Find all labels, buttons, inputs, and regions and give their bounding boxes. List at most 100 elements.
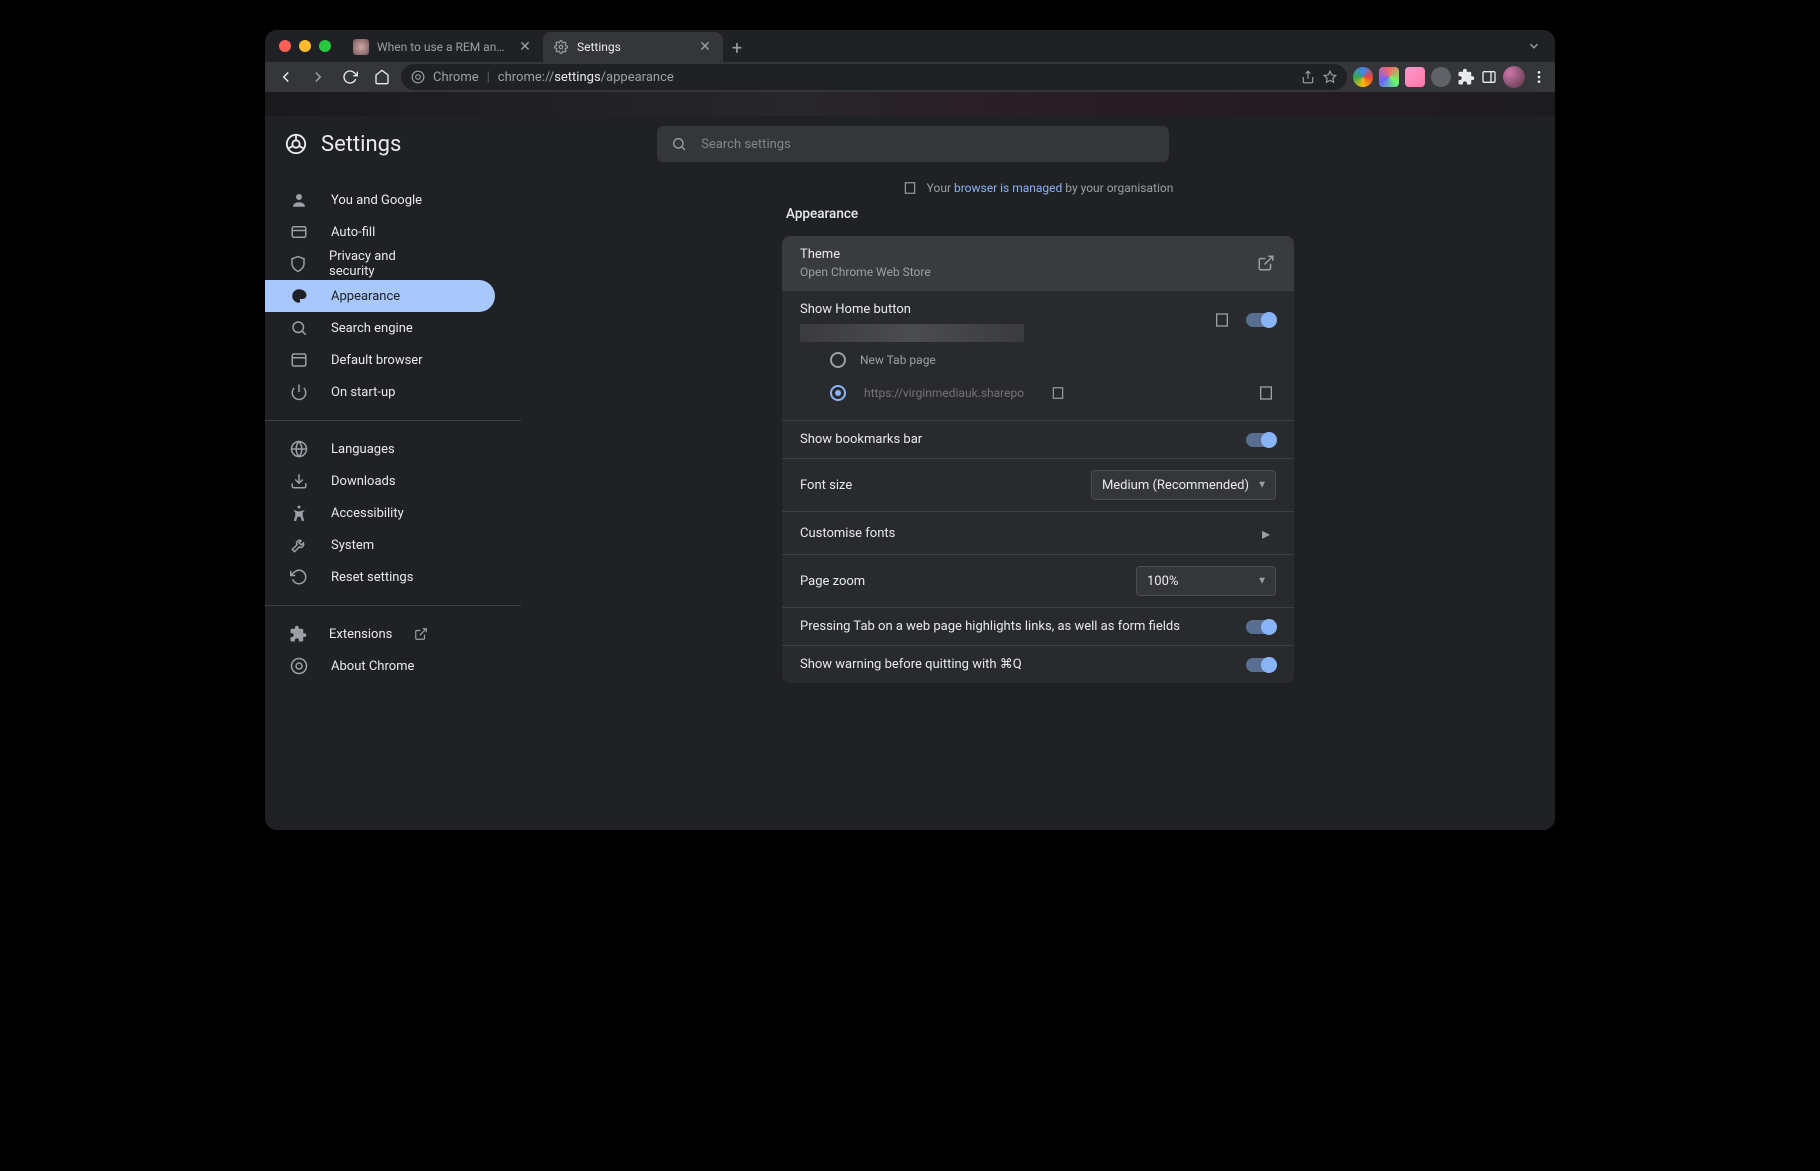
extensions-area	[1353, 66, 1547, 88]
download-icon	[289, 472, 309, 490]
row-label: Show warning before quitting with ⌘Q	[800, 657, 1022, 672]
settings-sidebar: You and Google Auto-fill Privacy and secur…	[265, 172, 521, 830]
sidebar-item-you[interactable]: You and Google	[265, 184, 451, 216]
sidebar-item-label: Extensions	[329, 627, 392, 642]
row-page-zoom: Page zoom 100% ▼	[782, 554, 1294, 607]
globe-icon	[289, 440, 309, 458]
sidebar-item-downloads[interactable]: Downloads	[265, 465, 451, 497]
side-panel-icon[interactable]	[1481, 69, 1497, 85]
extension-icon[interactable]	[1353, 67, 1373, 87]
select-page-zoom[interactable]: 100% ▼	[1136, 566, 1276, 596]
select-font-size[interactable]: Medium (Recommended) ▼	[1091, 470, 1276, 500]
sidebar-item-default[interactable]: Default browser	[265, 344, 451, 376]
tab-settings[interactable]: Settings ✕	[543, 32, 723, 62]
share-icon[interactable]	[1301, 70, 1315, 84]
sidebar-item-label: About Chrome	[331, 659, 414, 674]
external-link-icon	[414, 627, 428, 641]
toggle-bookmarks-bar[interactable]	[1246, 433, 1276, 447]
toggle-home-button[interactable]	[1246, 313, 1276, 327]
row-tab-highlight: Pressing Tab on a web page highlights li…	[782, 607, 1294, 645]
redacted-text	[800, 324, 1024, 342]
sidebar-item-extensions[interactable]: Extensions	[265, 618, 451, 650]
site-info-icon[interactable]	[411, 70, 425, 84]
close-tab-icon[interactable]: ✕	[517, 39, 533, 55]
sidebar-item-label: Reset settings	[331, 570, 413, 585]
tab-search-icon[interactable]	[1527, 39, 1541, 53]
sidebar-item-search[interactable]: Search engine	[265, 312, 451, 344]
search-icon	[671, 136, 687, 152]
sidebar-item-about[interactable]: About Chrome	[265, 650, 451, 682]
reload-button[interactable]	[337, 64, 363, 90]
sidebar-item-autofill[interactable]: Auto-fill	[265, 216, 451, 248]
extension-icon[interactable]	[1405, 67, 1425, 87]
maximize-window-icon[interactable]	[319, 40, 331, 52]
radio-custom-url[interactable]	[830, 380, 1276, 406]
bookmarks-bar	[265, 92, 1555, 116]
browser-window: When to use a REM and when t ✕ Settings …	[265, 30, 1555, 830]
row-label: Show Home button	[800, 302, 911, 317]
shield-icon	[289, 255, 307, 273]
row-label: Pressing Tab on a web page highlights li…	[800, 619, 1180, 634]
sidebar-item-accessibility[interactable]: Accessibility	[265, 497, 451, 529]
sidebar-item-startup[interactable]: On start-up	[265, 376, 451, 408]
reset-icon	[289, 568, 309, 586]
sidebar-item-label: System	[331, 538, 374, 553]
person-icon	[289, 191, 309, 209]
sidebar-item-label: Languages	[331, 442, 395, 457]
sidebar-item-label: Auto-fill	[331, 225, 375, 240]
search-input[interactable]	[699, 136, 1155, 153]
home-button-options: New Tab page	[782, 348, 1294, 420]
sidebar-item-appearance[interactable]: Appearance	[265, 280, 495, 312]
autofill-icon	[289, 223, 309, 241]
managed-link[interactable]: browser is managed	[954, 181, 1062, 195]
address-bar[interactable]: Chrome | chrome://settings/appearance	[401, 64, 1347, 90]
toggle-tab-highlight[interactable]	[1246, 620, 1276, 634]
radio-new-tab[interactable]: New Tab page	[830, 352, 1276, 368]
sidebar-item-label: Appearance	[331, 289, 400, 304]
chevron-down-icon: ▼	[1257, 576, 1267, 587]
sidebar-item-privacy[interactable]: Privacy and security	[265, 248, 451, 280]
home-button[interactable]	[369, 64, 395, 90]
close-tab-icon[interactable]: ✕	[697, 39, 713, 55]
extensions-menu-icon[interactable]	[1457, 68, 1475, 86]
favicon-icon	[353, 39, 369, 55]
gear-icon	[553, 39, 569, 55]
sidebar-item-label: Downloads	[331, 474, 396, 489]
row-theme[interactable]: Theme Open Chrome Web Store	[782, 236, 1294, 290]
row-quit-warning: Show warning before quitting with ⌘Q	[782, 645, 1294, 683]
radio-icon	[830, 385, 846, 401]
minimize-window-icon[interactable]	[299, 40, 311, 52]
forward-button[interactable]	[305, 64, 331, 90]
a11y-icon	[289, 504, 309, 522]
toggle-quit-warning[interactable]	[1246, 658, 1276, 672]
back-button[interactable]	[273, 64, 299, 90]
extension-icon[interactable]	[1431, 67, 1451, 87]
menu-icon[interactable]	[1531, 69, 1547, 85]
chevron-down-icon: ▼	[1257, 480, 1267, 491]
sidebar-item-languages[interactable]: Languages	[265, 433, 451, 465]
page-header: Settings	[265, 116, 1555, 172]
profile-avatar[interactable]	[1503, 66, 1525, 88]
bookmark-star-icon[interactable]	[1323, 70, 1337, 84]
tab-strip: When to use a REM and when t ✕ Settings …	[343, 30, 1527, 62]
sidebar-item-label: Default browser	[331, 353, 423, 368]
sidebar-item-system[interactable]: System	[265, 529, 451, 561]
managed-notice: Your browser is managed by your organisa…	[521, 172, 1555, 204]
row-label: Show bookmarks bar	[800, 432, 922, 447]
row-label: Page zoom	[800, 574, 865, 589]
sidebar-item-label: Privacy and security	[329, 249, 427, 279]
tab-other[interactable]: When to use a REM and when t ✕	[343, 32, 543, 62]
close-window-icon[interactable]	[279, 40, 291, 52]
settings-main: Your browser is managed by your organisa…	[521, 172, 1555, 830]
chrome-logo-icon	[285, 133, 307, 155]
row-customise-fonts[interactable]: Customise fonts ▸	[782, 511, 1294, 554]
chevron-right-icon: ▸	[1256, 523, 1276, 543]
search-settings[interactable]	[657, 126, 1169, 162]
toolbar: Chrome | chrome://settings/appearance	[265, 62, 1555, 92]
building-icon	[903, 181, 917, 195]
sidebar-item-reset[interactable]: Reset settings	[265, 561, 451, 593]
extension-icon[interactable]	[1379, 67, 1399, 87]
home-url-input[interactable]	[860, 380, 1028, 406]
settings-page: Settings You and Google Auto-fill Privacy …	[265, 116, 1555, 830]
new-tab-button[interactable]: +	[723, 34, 751, 62]
